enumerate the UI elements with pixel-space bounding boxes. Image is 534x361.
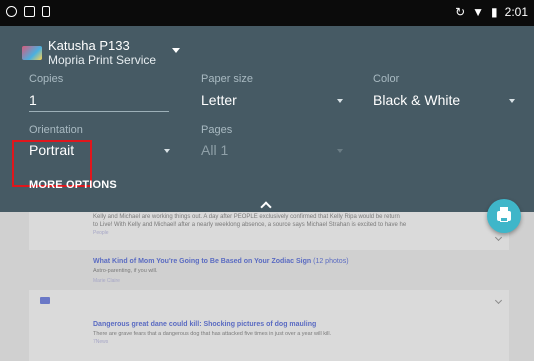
notification-icon [6, 6, 17, 17]
copies-underline [29, 111, 169, 112]
paper-size-select[interactable]: Letter [201, 92, 237, 108]
printer-name: Katusha P133 [48, 38, 130, 53]
printer-logo-icon [22, 46, 42, 60]
feed-item-text: Kelly and Michael are working things out… [93, 214, 400, 220]
paper-size-label: Paper size [201, 73, 253, 85]
color-select[interactable]: Black & White [373, 92, 460, 108]
paper-size-dropdown-icon [337, 99, 343, 103]
feed-item-text: to Live! With Kelly and Michael! after a… [93, 222, 407, 228]
feed-item-source: People [93, 230, 109, 236]
feed-item-title[interactable]: Dangerous great dane could kill: Shockin… [93, 320, 316, 329]
status-right: ↻ ▼ ▮ 2:01 [455, 5, 528, 19]
more-options-button[interactable]: MORE OPTIONS [29, 179, 117, 191]
feed-item-title[interactable]: What Kind of Mom You're Going to Be Base… [93, 257, 349, 266]
pages-select[interactable]: All 1 [201, 142, 228, 158]
background-feed: Kelly and Michael are working things out… [0, 212, 534, 361]
pages-label: Pages [201, 124, 233, 136]
copies-input[interactable]: 1 [29, 92, 37, 108]
status-time: 2:01 [504, 5, 528, 19]
orientation-dropdown-icon [164, 149, 170, 153]
color-label: Color [373, 73, 400, 85]
printer-selector[interactable]: Katusha P133 Mopria Print Service [22, 38, 202, 76]
feed-item-count: (12 photos) [313, 258, 349, 265]
status-left-icons [6, 6, 50, 17]
printer-dropdown-icon [172, 48, 180, 53]
feed-item-title-text: What Kind of Mom You're Going to Be Base… [93, 258, 312, 265]
battery-icon: ▮ [491, 5, 498, 19]
sim-icon [42, 6, 50, 17]
status-bar: ↻ ▼ ▮ 2:01 [0, 0, 534, 26]
wifi-icon: ▼ [472, 5, 485, 19]
feed-badge-icon [40, 297, 50, 304]
print-options-panel: Katusha P133 Mopria Print Service Copies… [0, 26, 534, 213]
chevron-up-icon[interactable] [260, 201, 272, 213]
feed-item-sub: There are grave fears that a dangerous d… [93, 331, 332, 337]
sync-icon: ↻ [455, 5, 466, 19]
printer-service: Mopria Print Service [48, 53, 157, 67]
copies-label: Copies [29, 73, 64, 85]
screen: ↻ ▼ ▮ 2:01 Katusha P133 Mopria Print Ser… [0, 0, 534, 361]
image-icon [24, 6, 35, 17]
feed-item-source: 7News [93, 339, 109, 345]
color-dropdown-icon [509, 99, 515, 103]
orientation-label: Orientation [29, 124, 83, 136]
feed-item-source: Marie Claire [93, 278, 120, 284]
pages-dropdown-icon [337, 149, 343, 153]
feed-item-sub: Astro-parenting, if you will. [93, 268, 158, 274]
print-button[interactable] [487, 199, 521, 233]
print-icon [497, 207, 511, 222]
